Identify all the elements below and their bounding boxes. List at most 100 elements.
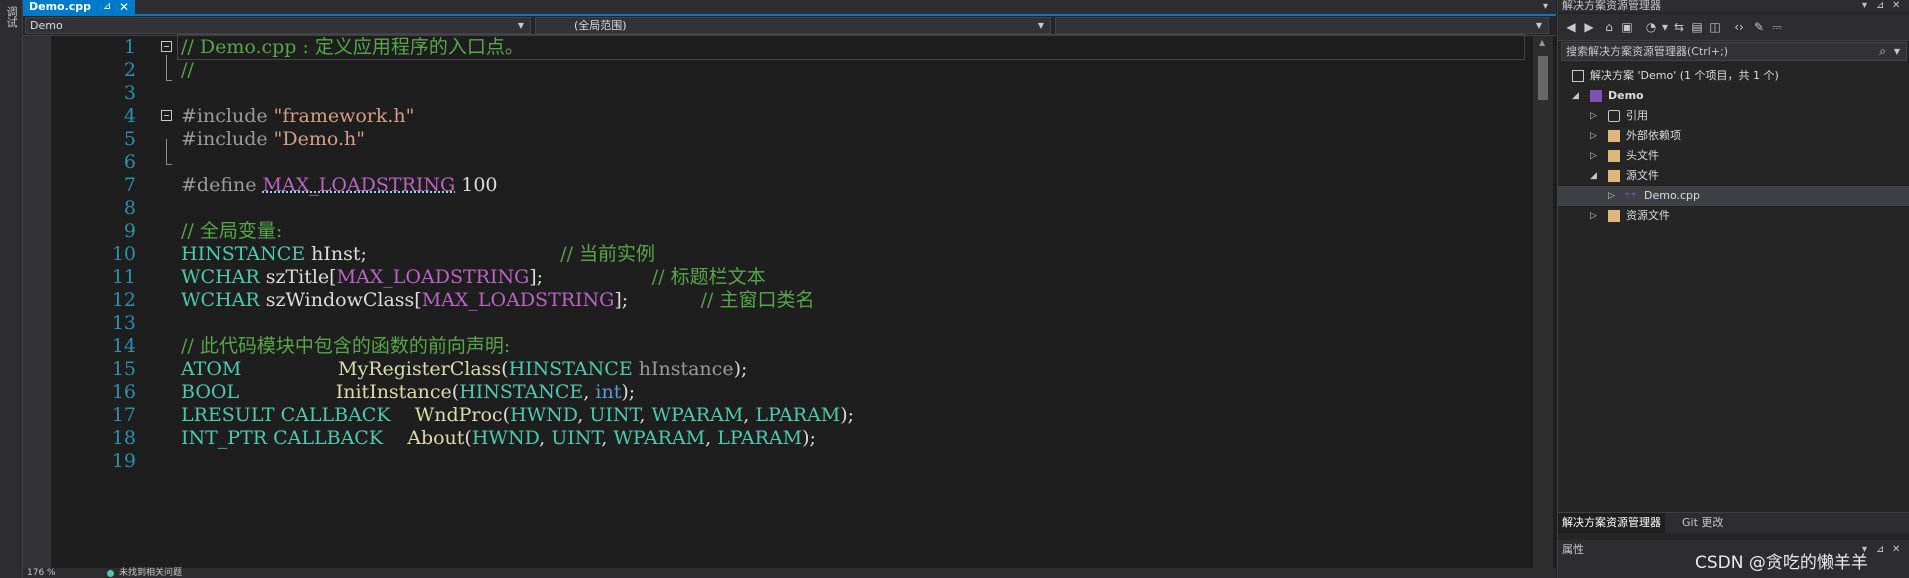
- solution-icon: [1572, 70, 1584, 82]
- code-token: szTitle[: [259, 266, 337, 288]
- preview-icon[interactable]: ⎓: [1770, 20, 1784, 34]
- expanded-icon[interactable]: ◢: [1572, 86, 1582, 106]
- code-token: #define: [181, 174, 263, 196]
- pin-icon[interactable]: ⊿: [103, 0, 111, 14]
- code-token: "framework.h": [273, 105, 415, 127]
- code-token: "Demo.h": [273, 128, 365, 150]
- tab-overflow-chevron-icon[interactable]: ▾: [1543, 0, 1548, 14]
- collapse-region-icon[interactable]: [161, 110, 172, 121]
- folder-icon: [1608, 210, 1620, 222]
- tree-item-resource-files[interactable]: ▷ 资源文件: [1558, 206, 1909, 226]
- tree-item-solution[interactable]: 解决方案 'Demo' (1 个项目，共 1 个): [1558, 66, 1909, 86]
- sync-icon[interactable]: ⇆: [1672, 20, 1686, 34]
- code-editor[interactable]: ▲ 1// Demo.cpp : 定义应用程序的入口点。 2//3 4 #includ…: [23, 34, 1556, 578]
- code-line[interactable]: 19: [23, 447, 1523, 475]
- code-token: // 标题栏文本: [651, 266, 766, 288]
- search-icon[interactable]: ⌕: [1879, 43, 1886, 60]
- code-token: HWND: [510, 404, 578, 426]
- code-token: );: [621, 381, 636, 403]
- scroll-up-icon[interactable]: ▲: [1539, 38, 1545, 47]
- collapsed-icon[interactable]: ▷: [1590, 106, 1600, 126]
- history-icon[interactable]: ◔: [1644, 20, 1658, 34]
- tree-item-references[interactable]: ▷ 引用: [1558, 106, 1909, 126]
- left-tool-rail: 调试: [0, 0, 23, 578]
- code-token: INT_PTR: [181, 427, 268, 449]
- solution-search-input[interactable]: 搜索解决方案资源管理器(Ctrl+;) ⌕ ▼: [1561, 42, 1907, 61]
- panel-title: 解决方案资源管理器: [1562, 0, 1661, 12]
- folder-icon: [1608, 150, 1620, 162]
- code-token: MAX_LOADSTRING: [262, 174, 456, 196]
- expanded-icon[interactable]: ◢: [1590, 166, 1600, 186]
- code-token: LPARAM: [755, 404, 841, 426]
- collapsed-icon[interactable]: ▷: [1590, 126, 1600, 146]
- close-icon[interactable]: ✕: [119, 0, 129, 14]
- solution-explorer-panel: 解决方案资源管理器 ▾ ⊿ ✕ ◀ ▶ ⌂ ▣ ◔ ▾ ⇆ ▤ ◫ ‹› ✎ ⎓…: [1557, 0, 1909, 578]
- editor-area: Demo.cpp ⊿ ✕ ▾ Demo ▼ (全局范围) ▼ ▼ ▲ 1// D…: [23, 0, 1556, 578]
- switch-views-icon[interactable]: ▣: [1620, 20, 1634, 34]
- code-token: UINT: [551, 427, 602, 449]
- vertical-scrollbar[interactable]: ▲: [1533, 36, 1553, 578]
- collapse-all-icon[interactable]: ▤: [1690, 20, 1704, 34]
- tree-item-external-dependencies[interactable]: ▷ 外部依赖项: [1558, 126, 1909, 146]
- code-token: HINSTANCE: [508, 358, 633, 380]
- show-all-files-icon[interactable]: ◫: [1708, 20, 1722, 34]
- dropdown-icon[interactable]: ▾: [1658, 20, 1672, 34]
- tab-demo-cpp[interactable]: Demo.cpp ⊿ ✕: [23, 0, 135, 14]
- code-token: WPARAM: [613, 427, 706, 449]
- pin-icon[interactable]: ⊿: [1876, 540, 1884, 560]
- code-token: About: [407, 427, 465, 449]
- code-token: ,: [539, 427, 552, 449]
- code-token: ,: [743, 404, 756, 426]
- pin-icon[interactable]: ⊿: [1876, 0, 1884, 12]
- code-token: ];: [614, 289, 701, 311]
- issues-status[interactable]: 未找到相关问题: [119, 568, 182, 578]
- line-number: 19: [111, 450, 136, 472]
- code-view-icon[interactable]: ‹›: [1732, 20, 1746, 34]
- tab-solution-explorer[interactable]: 解决方案资源管理器: [1558, 513, 1665, 533]
- code-token: HINSTANCE: [459, 381, 584, 403]
- code-token: CALLBACK: [280, 404, 391, 426]
- dropdown-icon[interactable]: ▾: [1862, 0, 1867, 12]
- close-icon[interactable]: ✕: [1892, 540, 1900, 560]
- close-icon[interactable]: ✕: [1892, 0, 1900, 12]
- chevron-down-icon[interactable]: ▼: [1894, 43, 1900, 60]
- back-icon[interactable]: ◀: [1564, 20, 1578, 34]
- project-dropdown[interactable]: Demo ▼: [25, 17, 531, 34]
- home-icon[interactable]: ⌂: [1602, 20, 1616, 34]
- tree-item-demo-cpp[interactable]: ▷ ⁺⁺ Demo.cpp: [1558, 186, 1909, 206]
- tree-item-header-files[interactable]: ▷ 头文件: [1558, 146, 1909, 166]
- code-token: LPARAM: [717, 427, 803, 449]
- code-token: ATOM: [181, 358, 242, 380]
- editor-status-bar: 176 % 未找到相关问题: [23, 568, 1556, 578]
- tab-git-changes[interactable]: Git 更改: [1678, 513, 1727, 533]
- collapse-region-icon[interactable]: [161, 41, 172, 52]
- tree-item-label: 外部依赖项: [1626, 129, 1681, 142]
- project-icon: [1590, 90, 1602, 102]
- collapsed-icon[interactable]: ▷: [1590, 206, 1600, 226]
- tree-item-label: 解决方案 'Demo' (1 个项目，共 1 个): [1590, 69, 1779, 82]
- debug-rail-tab[interactable]: 调试: [4, 6, 18, 28]
- tree-item-source-files[interactable]: ◢ 源文件: [1558, 166, 1909, 186]
- panel-bottom-tabs: 解决方案资源管理器 Git 更改: [1558, 512, 1909, 533]
- scope-dropdown[interactable]: (全局范围) ▼: [535, 17, 1051, 34]
- code-token: MAX_LOADSTRING: [336, 266, 530, 288]
- member-dropdown[interactable]: ▼: [1055, 17, 1549, 34]
- properties-wrench-icon[interactable]: ✎: [1752, 20, 1766, 34]
- properties-title: 属性: [1562, 543, 1584, 556]
- code-token: ,: [583, 381, 596, 403]
- collapsed-icon[interactable]: ▷: [1608, 186, 1618, 206]
- reference-icon: [1608, 110, 1620, 122]
- panel-title-bar: 解决方案资源管理器 ▾ ⊿ ✕: [1558, 0, 1909, 12]
- folder-icon: [1608, 170, 1620, 182]
- zoom-level[interactable]: 176 %: [27, 568, 56, 578]
- scrollbar-thumb[interactable]: [1538, 56, 1548, 100]
- code-token: ,: [705, 427, 718, 449]
- code-token: // 当前实例: [560, 243, 656, 265]
- forward-icon[interactable]: ▶: [1582, 20, 1596, 34]
- tree-item-project[interactable]: ◢ Demo: [1558, 86, 1909, 106]
- code-token: CALLBACK: [273, 427, 384, 449]
- code-token: BOOL: [181, 381, 240, 403]
- tree-item-label: 资源文件: [1626, 209, 1670, 222]
- collapsed-icon[interactable]: ▷: [1590, 146, 1600, 166]
